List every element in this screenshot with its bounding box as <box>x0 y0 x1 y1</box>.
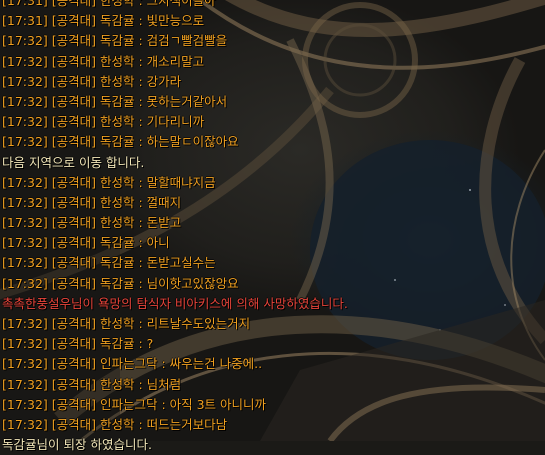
chat-message-raid: [17:32] [공격대] 인파는그닥 : 싸우는건 나중에.. <box>2 356 263 372</box>
chat-message-raid: [17:32] [공격대] 한성학 : 리트날수도있는거지 <box>2 316 251 331</box>
chat-system-message: 다음 지역으로 이동 합니다. <box>2 154 145 170</box>
chat-message-raid: [17:32] [공격대] 한성학 : 껄때지 <box>2 194 182 210</box>
chat-message-raid: [17:32] [공격대] 한성학 : 개소리말고 <box>2 53 205 69</box>
chat-message-raid: [17:32] [공격대] 한성학 : 떠드는거보다남 <box>2 416 228 432</box>
chat-message-raid: [17:32] [공격대] 한성학 : 님처럼 <box>2 376 182 392</box>
chat-message-raid: [17:31] [공격대] 독감귤 : 빛만능으로 <box>2 13 205 29</box>
chat-message-raid: [17:32] [공격대] 독감귤 : 검검ㄱ빨검빨을 <box>2 33 228 49</box>
chat-message-raid: [17:32] [공격대] 독감귤 : 못하는거같아서 <box>2 93 228 109</box>
chat-message-raid: [17:32] [공격대] 인파는그닥 : 아직 3트 아니니까 <box>2 396 267 412</box>
chat-message-raid: [17:32] [공격대] 독감귤 : 하는말ㄷ이잖아요 <box>2 134 239 150</box>
chat-log: [17:31] [공격대] 한성학 : 그지색이들아 [17:31] [공격대]… <box>0 0 545 455</box>
chat-message-raid: [17:32] [공격대] 한성학 : 기다리니까 <box>2 114 205 130</box>
chat-message-raid: [17:31] [공격대] 한성학 : 그지색이들아 <box>2 0 216 8</box>
chat-message-raid: [17:32] [공격대] 독감귤 : 돈받고실수는 <box>2 255 216 271</box>
chat-message-raid: [17:32] [공격대] 한성학 : 돈받고 <box>2 215 182 231</box>
chat-message-raid: [17:32] [공격대] 독감귤 : 아니 <box>2 235 170 251</box>
chat-message-raid: [17:32] [공격대] 독감귤 : 님이핫고있잖앙요 <box>2 275 239 291</box>
chat-message-raid: [17:32] [공격대] 한성학 : 말할때냐지금 <box>2 174 216 190</box>
chat-death-notice: 촉촉한풍설우님이 욕망의 탐식자 비아키스에 의해 사망하였습니다. <box>2 295 348 311</box>
chat-system-message: 독감귤님이 퇴장 하였습니다. <box>2 437 152 453</box>
chat-message-raid: [17:32] [공격대] 독감귤 : ? <box>2 336 154 352</box>
chat-message-raid: [17:32] [공격대] 한성학 : 강가라 <box>2 73 182 89</box>
